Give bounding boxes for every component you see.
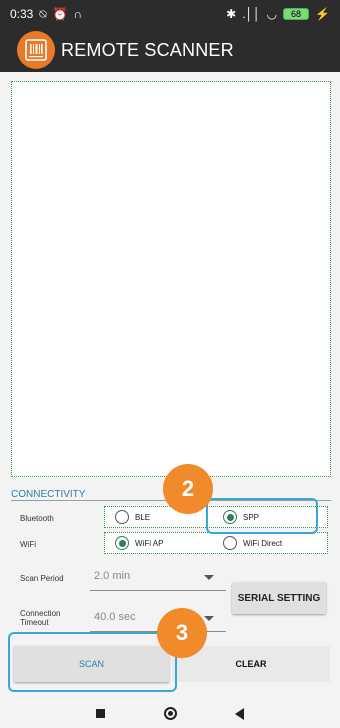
chevron-down-icon (204, 616, 214, 621)
radio-wifi-ap-circle-icon (115, 536, 129, 550)
radio-wifi-direct-circle-icon (223, 536, 237, 550)
wifi-radio-group: WiFi AP WiFi Direct (104, 532, 328, 554)
bluetooth-icon: ✱ (226, 7, 237, 21)
scan-period-dropdown[interactable]: 2.0 min (90, 566, 226, 591)
status-bar: 0:33 ⍉ ⏰ ∩ ✱ .││ ◡ 68 ⚡ (0, 0, 340, 28)
back-icon[interactable] (235, 708, 244, 720)
app-bar: REMOTE SCANNER (0, 28, 340, 72)
headphones-icon: ∩ (73, 7, 83, 21)
connection-timeout-label: Connection Timeout (20, 609, 61, 627)
system-nav-bar (0, 700, 340, 728)
radio-ble-circle-icon (115, 510, 129, 524)
scan-highlight-outline (8, 632, 177, 692)
app-title: REMOTE SCANNER (61, 39, 234, 60)
connection-timeout-value: 40.0 sec (94, 611, 136, 623)
bluetooth-label: Bluetooth (20, 514, 54, 523)
radio-wifi-direct-label: WiFi Direct (243, 538, 283, 548)
scan-period-label: Scan Period (20, 574, 64, 583)
status-time: 0:33 (10, 7, 34, 21)
chevron-down-icon (204, 575, 214, 580)
signal-icon: .││ (242, 7, 261, 21)
recent-apps-icon[interactable] (96, 709, 105, 718)
radio-wifi-direct[interactable]: WiFi Direct (223, 536, 282, 550)
scan-period-value: 2.0 min (94, 570, 131, 582)
home-icon[interactable] (164, 707, 177, 720)
alarm-icon: ⏰ (52, 7, 68, 21)
connectivity-section-label: CONNECTIVITY (11, 489, 86, 500)
status-bar-right: ✱ .││ ◡ 68 ⚡ (226, 7, 330, 21)
spp-highlight-outline (206, 498, 318, 534)
scan-results-area[interactable] (11, 81, 331, 477)
status-bar-left: 0:33 ⍉ ⏰ ∩ (10, 7, 82, 22)
wifi-icon: ◡ (266, 7, 278, 21)
radio-wifi-ap[interactable]: WiFi AP (115, 536, 163, 550)
serial-setting-button[interactable]: SERIAL SETTING (232, 582, 326, 614)
radio-ble-label: BLE (135, 512, 151, 522)
battery-icon: 68 (283, 8, 310, 20)
step-2-badge: 2 (163, 464, 213, 514)
charging-icon: ⚡ (315, 7, 330, 21)
radio-ble[interactable]: BLE (115, 510, 150, 524)
barcode-scanner-logo-icon (17, 31, 55, 69)
radio-wifi-ap-label: WiFi AP (135, 538, 164, 548)
step-3-badge: 3 (157, 608, 207, 658)
notification-muted-icon: ⍉ (39, 6, 47, 21)
wifi-label: WiFi (20, 540, 36, 549)
